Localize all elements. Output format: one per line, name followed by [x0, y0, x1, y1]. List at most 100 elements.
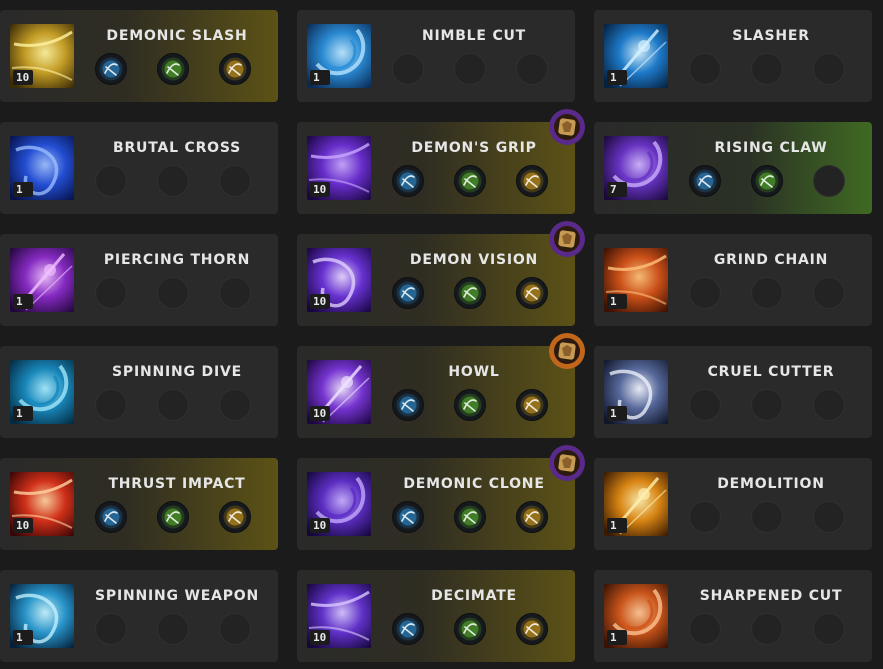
rune-purple-icon[interactable]: [548, 108, 586, 146]
skill-card[interactable]: 1 SLASHER: [594, 10, 872, 102]
tripod-slot[interactable]: [95, 53, 127, 85]
skill-icon[interactable]: 1: [604, 248, 668, 312]
tripod-slot-empty[interactable]: [516, 53, 548, 85]
skill-card[interactable]: 1 SPINNING WEAPON: [0, 570, 278, 662]
tripod-slot[interactable]: [516, 389, 548, 421]
tripod-slot-empty[interactable]: [813, 53, 845, 85]
tripod-slot[interactable]: [392, 165, 424, 197]
tripod-slot-empty[interactable]: [95, 613, 127, 645]
tripod-slot[interactable]: [219, 501, 251, 533]
tripod-slot-empty[interactable]: [813, 613, 845, 645]
tripod-slot[interactable]: [516, 613, 548, 645]
tripod-slot[interactable]: [454, 165, 486, 197]
skill-card[interactable]: 10 DEMONIC CLONE: [297, 445, 585, 550]
tripod-slot-empty[interactable]: [751, 501, 783, 533]
tripod-slot-empty[interactable]: [157, 277, 189, 309]
skill-icon[interactable]: 7: [604, 136, 668, 200]
tripod-slot-empty[interactable]: [689, 53, 721, 85]
tripod-slot-empty[interactable]: [689, 501, 721, 533]
skill-icon[interactable]: 10: [307, 248, 371, 312]
tripod-slot[interactable]: [392, 277, 424, 309]
tripod-slot-empty[interactable]: [751, 53, 783, 85]
tripod-slot-empty[interactable]: [751, 277, 783, 309]
skill-card[interactable]: 10 HOWL: [297, 333, 585, 438]
skill-card[interactable]: 7 RISING CLAW: [594, 122, 872, 214]
tripod-slot-empty[interactable]: [219, 165, 251, 197]
tripod-slot-empty[interactable]: [157, 613, 189, 645]
rune-purple-icon[interactable]: [548, 444, 586, 482]
tripod-slot-empty[interactable]: [95, 389, 127, 421]
skill-name: DEMOLITION: [717, 476, 825, 492]
skill-card[interactable]: 1 NIMBLE CUT: [297, 10, 575, 102]
skill-icon[interactable]: 1: [604, 472, 668, 536]
tripod-slot-empty[interactable]: [219, 613, 251, 645]
tripod-slot-empty[interactable]: [219, 277, 251, 309]
tripod-slot[interactable]: [454, 277, 486, 309]
tripod-slot[interactable]: [454, 389, 486, 421]
skill-icon[interactable]: 1: [10, 360, 74, 424]
tripod-slot[interactable]: [157, 53, 189, 85]
skill-card[interactable]: 10 DEMONIC SLASH: [0, 10, 278, 102]
skill-icon[interactable]: 1: [604, 24, 668, 88]
tripod-slot-empty[interactable]: [95, 165, 127, 197]
skill-icon[interactable]: 10: [307, 136, 371, 200]
skill-card[interactable]: 1 SPINNING DIVE: [0, 346, 278, 438]
skill-icon[interactable]: 1: [604, 360, 668, 424]
skill-name: DEMON VISION: [409, 252, 539, 268]
tripod-slot-empty[interactable]: [751, 613, 783, 645]
skill-icon[interactable]: 1: [10, 584, 74, 648]
tripod-slot-empty[interactable]: [219, 389, 251, 421]
tripod-slot[interactable]: [392, 613, 424, 645]
skill-icon[interactable]: 10: [307, 360, 371, 424]
tripod-slot[interactable]: [516, 277, 548, 309]
rune-orange-icon[interactable]: [548, 332, 586, 370]
tripod-slot-empty[interactable]: [689, 389, 721, 421]
tripod-slot-empty[interactable]: [454, 53, 486, 85]
skill-icon[interactable]: 10: [10, 24, 74, 88]
tripod-slot-empty[interactable]: [95, 277, 127, 309]
tripod-slot[interactable]: [219, 53, 251, 85]
tripod-slot[interactable]: [157, 501, 189, 533]
skill-card[interactable]: 1 GRIND CHAIN: [594, 234, 872, 326]
skill-card[interactable]: 10 DEMON'S GRIP: [297, 109, 585, 214]
skill-card[interactable]: 1 BRUTAL CROSS: [0, 122, 278, 214]
tripod-slot-empty[interactable]: [813, 501, 845, 533]
skill-card[interactable]: 1 DEMOLITION: [594, 458, 872, 550]
tripod-slot-empty[interactable]: [689, 613, 721, 645]
skill-card[interactable]: 1 CRUEL CUTTER: [594, 346, 872, 438]
tripod-slot-empty[interactable]: [157, 165, 189, 197]
tripod-slot[interactable]: [392, 501, 424, 533]
tripod-slot[interactable]: [454, 613, 486, 645]
tripod-slot-empty[interactable]: [813, 277, 845, 309]
skill-icon[interactable]: 1: [10, 136, 74, 200]
skill-icon[interactable]: 10: [307, 472, 371, 536]
skill-card[interactable]: 10 DECIMATE: [297, 570, 575, 662]
skill-icon[interactable]: 1: [307, 24, 371, 88]
skill-card[interactable]: 1 SHARPENED CUT: [594, 570, 872, 662]
tripod-slot[interactable]: [516, 501, 548, 533]
skill-card[interactable]: 10 DEMON VISION: [297, 221, 585, 326]
tripod-slot-empty[interactable]: [157, 389, 189, 421]
tripod-slot-empty[interactable]: [751, 389, 783, 421]
rune-purple-icon[interactable]: [548, 220, 586, 258]
tripod-slot[interactable]: [751, 165, 783, 197]
skill-level: 1: [13, 294, 33, 309]
tripod-slot-empty[interactable]: [813, 165, 845, 197]
skill-icon[interactable]: 10: [307, 584, 371, 648]
tripod-slot[interactable]: [689, 165, 721, 197]
skill-name: DEMON'S GRIP: [411, 140, 537, 156]
skill-icon[interactable]: 10: [10, 472, 74, 536]
tripod-slot-empty[interactable]: [689, 277, 721, 309]
tripod-slot[interactable]: [454, 501, 486, 533]
skill-icon[interactable]: 1: [604, 584, 668, 648]
tripod-slot-empty[interactable]: [813, 389, 845, 421]
skill-icon[interactable]: 1: [10, 248, 74, 312]
skill-card[interactable]: 1 PIERCING THORN: [0, 234, 278, 326]
skill-card[interactable]: 10 THRUST IMPACT: [0, 458, 278, 550]
tripod-slot[interactable]: [516, 165, 548, 197]
tripod-slot[interactable]: [392, 389, 424, 421]
skill-name: NIMBLE CUT: [421, 28, 527, 44]
tripod-slot-empty[interactable]: [392, 53, 424, 85]
skill-level: 10: [13, 70, 33, 85]
tripod-slot[interactable]: [95, 501, 127, 533]
